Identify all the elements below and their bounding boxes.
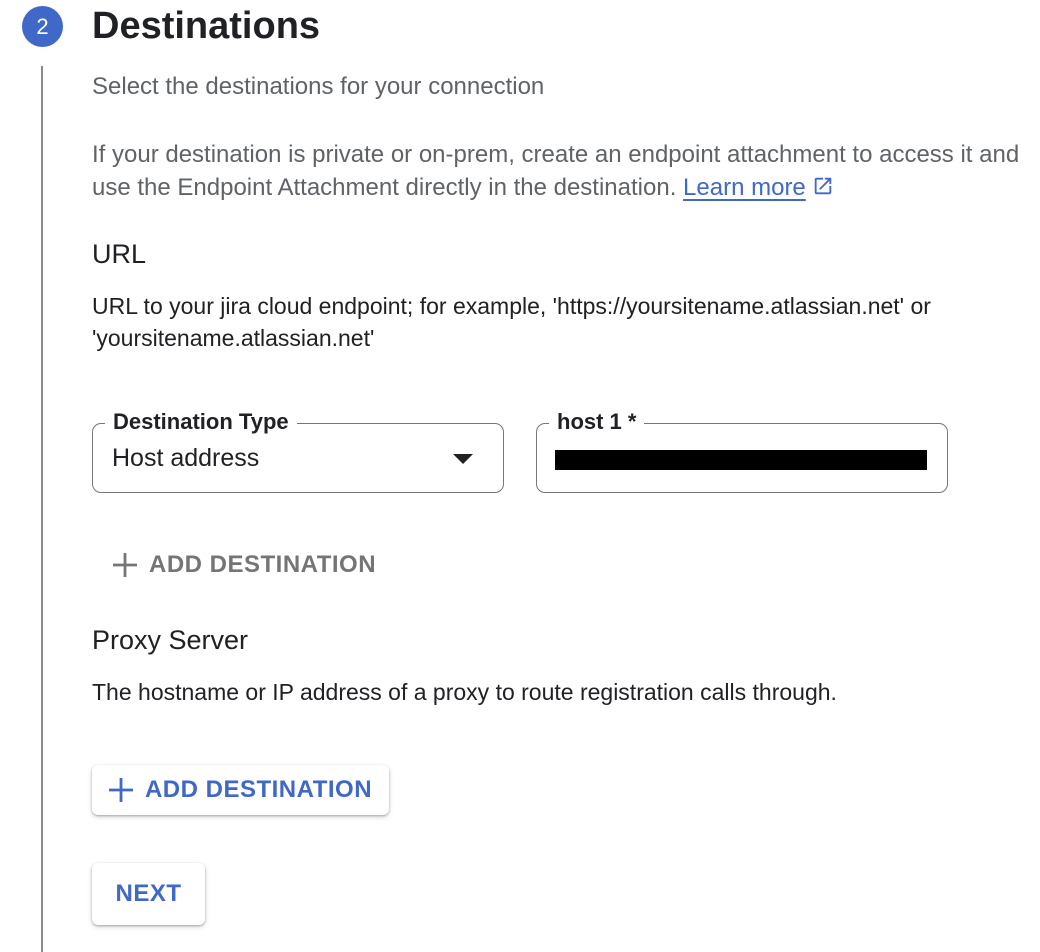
next-button[interactable]: NEXT (92, 863, 205, 925)
destination-type-select[interactable]: Destination Type Host address (92, 408, 504, 493)
host-1-label: host 1 * (549, 408, 645, 436)
plus-icon (113, 553, 137, 577)
url-description: URL to your jira cloud endpoint; for exa… (92, 293, 931, 351)
learn-more-link[interactable]: Learn more (683, 174, 806, 201)
plus-icon (108, 778, 133, 802)
proxy-server-heading: Proxy Server (92, 625, 249, 655)
destinations-step: 2 Destinations Select the destinations f… (0, 0, 1040, 952)
add-url-destination-button[interactable]: ADD DESTINATION (113, 548, 376, 582)
host-1-input[interactable]: host 1 * (536, 408, 948, 493)
add-url-destination-label: ADD DESTINATION (149, 551, 377, 578)
add-proxy-destination-button[interactable]: ADD DESTINATION (92, 765, 389, 815)
destination-type-label: Destination Type (105, 408, 297, 436)
redacted-host-value (555, 450, 927, 470)
endpoint-info-text: If your destination is private or on-pre… (92, 141, 1020, 201)
open-in-new-icon[interactable] (812, 175, 834, 197)
proxy-server-description: The hostname or IP address of a proxy to… (92, 679, 837, 705)
endpoint-info: If your destination is private or on-pre… (92, 138, 1032, 204)
next-button-label: NEXT (115, 880, 182, 907)
add-proxy-destination-label: ADD DESTINATION (144, 776, 373, 803)
url-heading: URL (92, 239, 147, 269)
page-title: Destinations (92, 5, 321, 47)
dropdown-arrow-icon[interactable] (453, 454, 473, 464)
step-connector-line (41, 66, 43, 952)
step-number-badge: 2 (22, 6, 63, 47)
destination-type-value: Host address (112, 444, 260, 472)
step-subtitle: Select the destinations for your connect… (92, 73, 545, 100)
learn-more-label: Learn more (683, 174, 806, 201)
